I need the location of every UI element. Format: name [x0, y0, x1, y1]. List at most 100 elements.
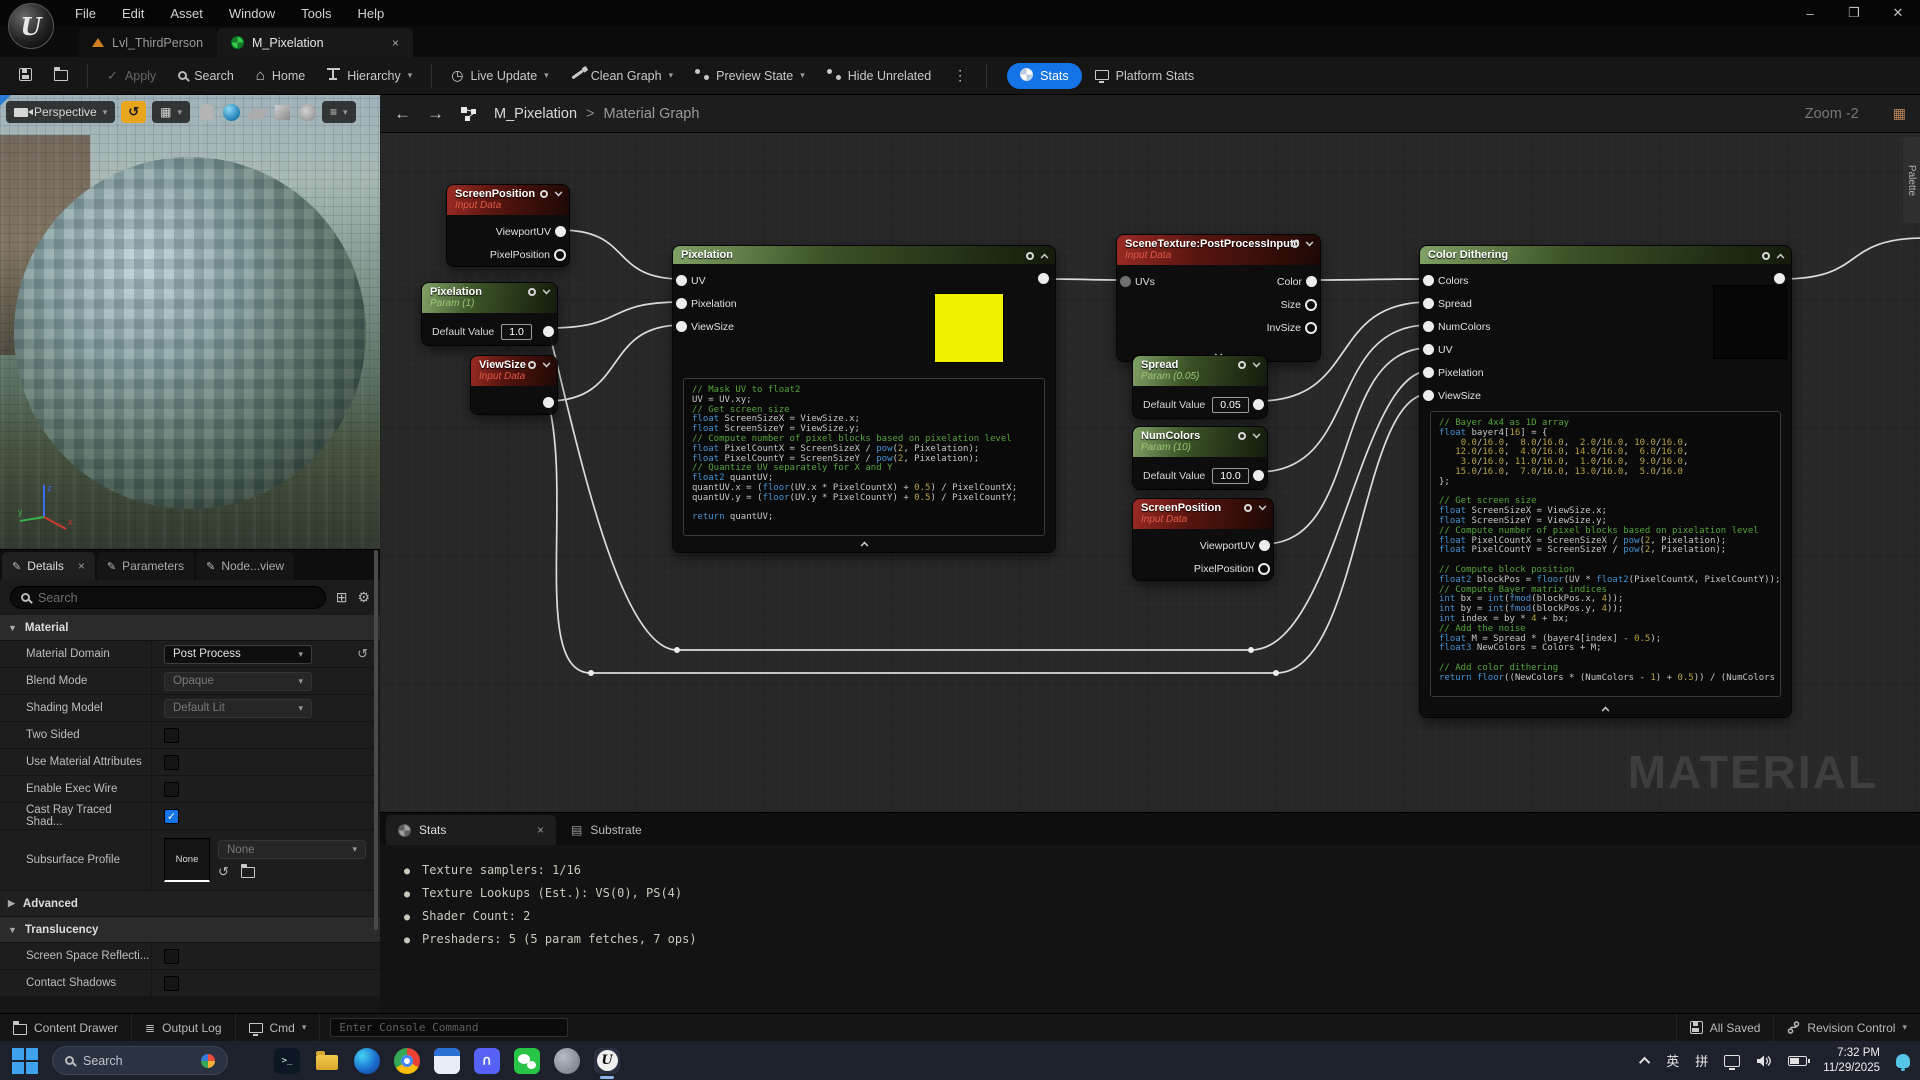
clean-graph-button[interactable]: Clean Graph▾ [562, 62, 682, 90]
hlsl-code-block[interactable]: // Bayer 4x4 as 1D array float bayer4[16… [1430, 411, 1781, 697]
input-pin-Pixelation[interactable] [676, 298, 687, 309]
grid-icon[interactable]: ▦ [1893, 105, 1906, 122]
gear-icon[interactable]: ⚙ [357, 589, 370, 606]
hierarchy-button[interactable]: Hierarchy▾ [318, 62, 421, 89]
subsurface-profile-thumbnail[interactable]: None [164, 838, 210, 882]
preview-shape-plane[interactable] [246, 109, 270, 119]
default-value-input[interactable]: 1.0 [501, 324, 532, 340]
use-selected-icon[interactable]: ↺ [218, 864, 229, 880]
input-pin-Pixelation[interactable] [1423, 367, 1434, 378]
output-pin-Color[interactable] [1306, 276, 1317, 287]
input-pin-Colors[interactable] [1423, 275, 1434, 286]
enable-exec-wire-checkbox[interactable] [164, 782, 179, 797]
preview-toggle-icon[interactable] [540, 190, 548, 198]
screen-space-reflecti--checkbox[interactable] [164, 949, 179, 964]
chevron-up-icon[interactable] [1041, 254, 1049, 262]
tray-expand-icon[interactable] [1639, 1056, 1650, 1067]
node-screenposition-1[interactable]: ScreenPositionInput DataViewportUVPixelP… [447, 185, 569, 266]
cmd-dropdown[interactable]: Cmd ▾ [236, 1014, 321, 1041]
node-header[interactable]: SceneTexture:PostProcessInput0Input Data [1117, 235, 1320, 265]
preview-toggle-icon[interactable] [1026, 252, 1034, 260]
more-button[interactable]: ⋮ [944, 61, 976, 90]
output-pin-PixelPosition[interactable] [1258, 563, 1270, 575]
output-pin-out[interactable] [543, 397, 554, 408]
output-pin-out[interactable] [543, 326, 554, 337]
section-advanced[interactable]: ▶Advanced [0, 891, 380, 917]
chevron-up-icon[interactable] [1602, 707, 1610, 715]
two-sided-checkbox[interactable] [164, 728, 179, 743]
output-pin-Size[interactable] [1305, 299, 1317, 311]
node-viewsize[interactable]: ViewSizeInput Data [471, 356, 557, 414]
tab-parameters[interactable]: ✎Parameters [97, 552, 194, 580]
chevron-down-icon[interactable] [1259, 503, 1267, 511]
home-button[interactable]: ⌂Home [247, 61, 314, 90]
preview-shape-cube[interactable] [275, 105, 290, 120]
section-translucency[interactable]: ▼Translucency [0, 917, 380, 943]
output-pin-out[interactable] [1253, 399, 1264, 410]
tab-stats[interactable]: Stats× [386, 815, 556, 845]
material-graph-canvas[interactable]: MATERIAL Palette ScreenPositionInput Dat… [380, 133, 1920, 812]
close-tab-icon[interactable]: × [392, 36, 399, 50]
node-spread[interactable]: SpreadParam (0.05)Default Value0.05 [1133, 356, 1267, 418]
forward-arrow-icon[interactable]: → [427, 104, 444, 124]
viewport-options-button[interactable]: ≡ ▾ [322, 101, 356, 123]
preview-shape-cylinder[interactable] [200, 104, 214, 121]
output-pin-ViewportUV[interactable] [555, 226, 566, 237]
preview-shape-teapot[interactable] [299, 104, 316, 121]
output-pin-PixelPosition[interactable] [554, 249, 566, 261]
node-header[interactable]: Pixelation [673, 246, 1055, 264]
menu-asset[interactable]: Asset [159, 2, 214, 25]
taskbar-search-input[interactable]: Search [52, 1046, 228, 1075]
revision-control-dropdown[interactable]: Revision Control ▾ [1773, 1014, 1920, 1041]
node-header[interactable]: Color Dithering [1420, 246, 1791, 264]
breadcrumb-asset[interactable]: M_Pixelation [494, 106, 577, 122]
taskbar-app-unreal[interactable]: U [594, 1048, 620, 1074]
apply-button[interactable]: ✓Apply [98, 62, 165, 90]
console-command-input[interactable]: Enter Console Command [330, 1018, 568, 1037]
save-status[interactable]: All Saved [1676, 1014, 1774, 1041]
taskbar-app-files[interactable] [314, 1048, 340, 1074]
ime-mode-button[interactable]: 拼 [1695, 1051, 1708, 1070]
node-pixelation-param[interactable]: PixelationParam (1)Default Value1.0 [422, 283, 557, 345]
wire[interactable] [1782, 238, 1920, 279]
preview-toggle-icon[interactable] [1238, 361, 1246, 369]
node-header[interactable]: NumColorsParam (10) [1133, 427, 1267, 457]
ime-language-button[interactable]: 英 [1666, 1051, 1679, 1070]
node-header[interactable]: ViewSizeInput Data [471, 356, 557, 386]
chevron-down-icon[interactable] [1253, 360, 1261, 368]
node-pixelation-custom[interactable]: Pixelation // Mask UV to float2 UV = UV.x… [673, 246, 1055, 552]
cast-ray-traced-shad--checkbox[interactable]: ✓ [164, 809, 179, 824]
node-header[interactable]: ScreenPositionInput Data [447, 185, 569, 215]
node-collapse-expander[interactable] [673, 539, 1055, 549]
preview-toggle-icon[interactable] [1238, 432, 1246, 440]
tab-substrate[interactable]: ▤Substrate [559, 815, 654, 845]
default-value-input[interactable]: 0.05 [1212, 397, 1248, 413]
output-pin-out[interactable] [1253, 470, 1264, 481]
wire[interactable] [548, 325, 682, 401]
material-domain-dropdown[interactable]: Post Process▾ [164, 645, 312, 664]
maximize-button[interactable]: ❐ [1832, 0, 1876, 26]
tab-m-pixelation[interactable]: M_Pixelation × [217, 28, 413, 57]
battery-icon[interactable] [1788, 1056, 1807, 1066]
details-scrollbar[interactable] [374, 550, 378, 930]
taskbar-app-capture[interactable] [554, 1048, 580, 1074]
platform-stats-button[interactable]: Platform Stats [1086, 63, 1204, 89]
tab-node-view[interactable]: ✎Node...view [196, 552, 294, 580]
chevron-down-icon[interactable] [543, 360, 551, 368]
output-log-button[interactable]: ≣ Output Log [132, 1014, 235, 1041]
contact-shadows-checkbox[interactable] [164, 976, 179, 991]
taskbar-app-discord[interactable] [474, 1048, 500, 1074]
close-tab-icon[interactable]: × [537, 823, 544, 837]
output-pin-InvSize[interactable] [1305, 322, 1317, 334]
hlsl-code-block[interactable]: // Mask UV to float2 UV = UV.xy; // Get … [683, 378, 1045, 536]
menu-tools[interactable]: Tools [290, 2, 342, 25]
use-material-attributes-checkbox[interactable] [164, 755, 179, 770]
start-button[interactable] [10, 1046, 40, 1076]
breadcrumb-graph[interactable]: Material Graph [603, 106, 699, 122]
chevron-down-icon[interactable] [1306, 239, 1314, 247]
search-button[interactable]: Search [169, 63, 243, 89]
speaker-icon[interactable] [1756, 1054, 1772, 1068]
wire[interactable] [560, 230, 682, 279]
menu-help[interactable]: Help [346, 2, 395, 25]
camera-mode-dropdown[interactable]: Perspective ▾ [6, 101, 115, 123]
